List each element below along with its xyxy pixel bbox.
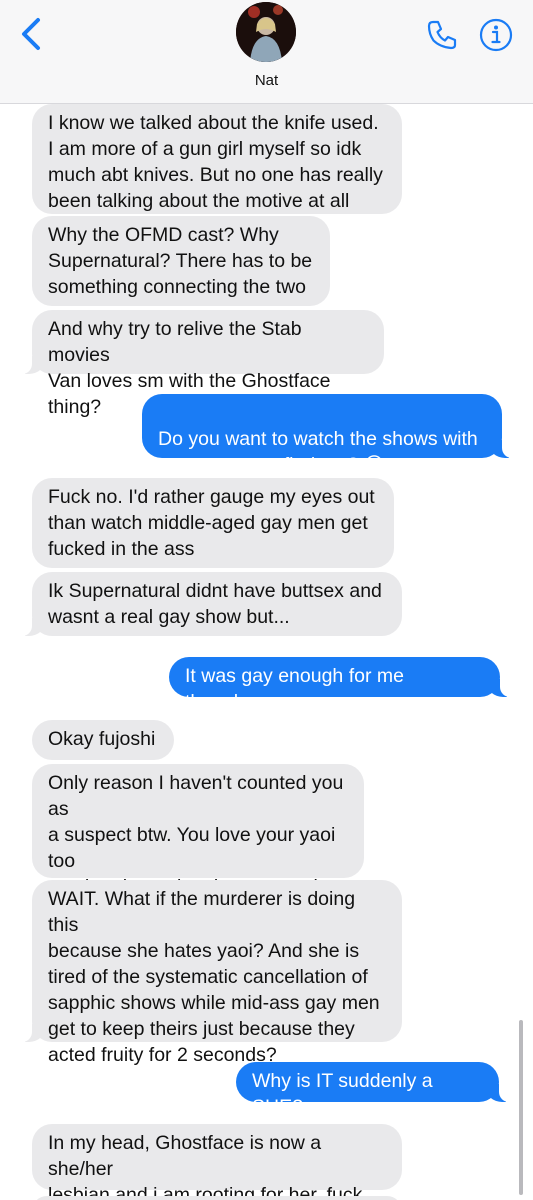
back-button[interactable]: [18, 16, 48, 52]
message-bubble-incoming[interactable]: I know we talked about the knife used. I…: [32, 104, 402, 214]
message-bubble-outgoing[interactable]: It was gay enough for me though...: [169, 657, 512, 713]
message-text: Do you want to watch the shows with me s…: [158, 428, 478, 476]
contact-avatar[interactable]: [236, 2, 296, 62]
message-bubble-outgoing[interactable]: Why is IT suddenly a SHE?: [236, 1062, 511, 1118]
info-icon: [479, 18, 513, 52]
message-bubble-outgoing[interactable]: Do you want to watch the shows with me s…: [142, 394, 514, 476]
phone-icon: [427, 20, 457, 50]
message-bubble-incoming[interactable]: Fuck no. I'd rather gauge my eyes out th…: [32, 478, 394, 568]
message-thread[interactable]: I know we talked about the knife used. I…: [0, 104, 533, 1200]
message-bubble-incoming[interactable]: WAIT. What if the murderer is doing this…: [20, 880, 402, 1066]
chevron-left-icon: [22, 18, 40, 50]
conversation-header: Nat: [0, 0, 533, 104]
scrollbar[interactable]: [519, 1020, 523, 1195]
message-bubble-incoming[interactable]: Ik Supernatural didnt have buttsex and w…: [20, 572, 402, 636]
message-bubble-incoming-partial[interactable]: [32, 1196, 402, 1200]
call-button[interactable]: [424, 17, 460, 53]
message-bubble-incoming[interactable]: Okay fujoshi: [32, 720, 174, 760]
info-button[interactable]: [478, 17, 514, 53]
avatar-photo: [236, 2, 296, 62]
message-bubble-incoming[interactable]: And why try to relive the Stab movies Va…: [20, 310, 384, 418]
message-bubble-incoming[interactable]: Why the OFMD cast? Why Supernatural? The…: [32, 216, 330, 306]
message-bubble-incoming[interactable]: In my head, Ghostface is now a she/her l…: [32, 1124, 402, 1200]
message-bubble-incoming[interactable]: Only reason I haven't counted you as a s…: [32, 764, 364, 950]
contact-name[interactable]: Nat: [0, 72, 533, 89]
